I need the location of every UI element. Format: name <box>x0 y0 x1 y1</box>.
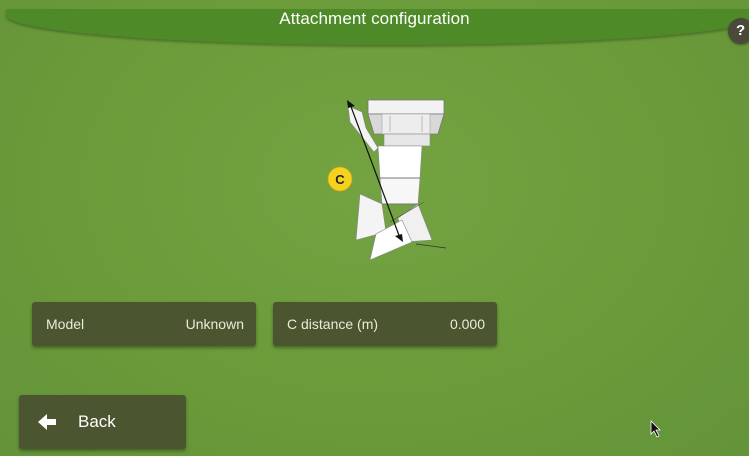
c-marker-label: C <box>335 172 345 187</box>
back-button[interactable]: Back <box>19 395 186 449</box>
help-button[interactable]: ? <box>728 18 749 44</box>
page-title: Attachment configuration <box>279 9 470 28</box>
model-value: Unknown <box>185 316 244 332</box>
attachment-diagram: C <box>327 99 447 261</box>
c-distance-label: C distance (m) <box>287 316 379 332</box>
model-field[interactable]: Model Unknown <box>32 302 256 346</box>
c-distance-value: 0.000 <box>449 316 485 332</box>
mouse-pointer-icon <box>650 420 661 438</box>
arrow-left-icon <box>38 414 56 430</box>
question-mark-icon: ? <box>736 22 746 39</box>
c-marker: C <box>327 166 353 192</box>
model-label: Model <box>46 316 85 332</box>
c-distance-field[interactable]: C distance (m) 0.000 <box>273 302 497 346</box>
back-label: Back <box>78 412 116 431</box>
screen: Attachment configuration ? C Model Unkno… <box>0 0 749 456</box>
